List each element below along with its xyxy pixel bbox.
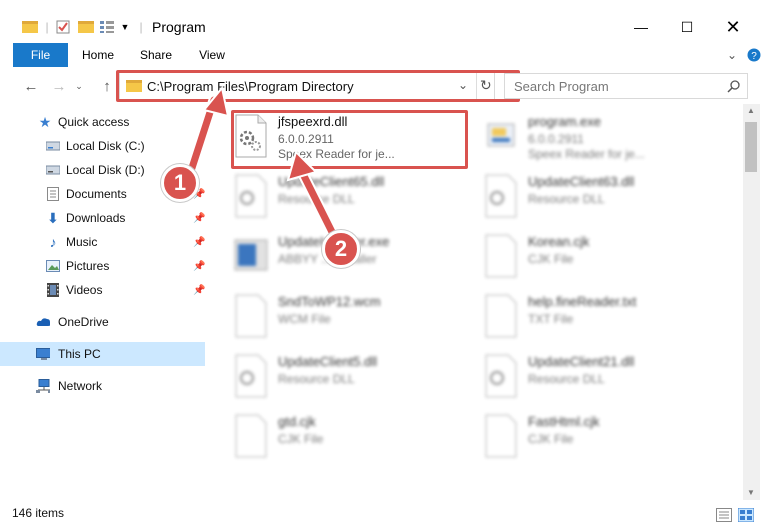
explorer-window: | ▼ | Program — ☐ ✕ File Home Share View… xyxy=(0,0,769,531)
arrow-2-head xyxy=(286,150,318,182)
annotation-arrows xyxy=(184,85,339,240)
step-1-badge: 1 xyxy=(161,164,199,202)
step-2-badge: 2 xyxy=(322,230,360,268)
